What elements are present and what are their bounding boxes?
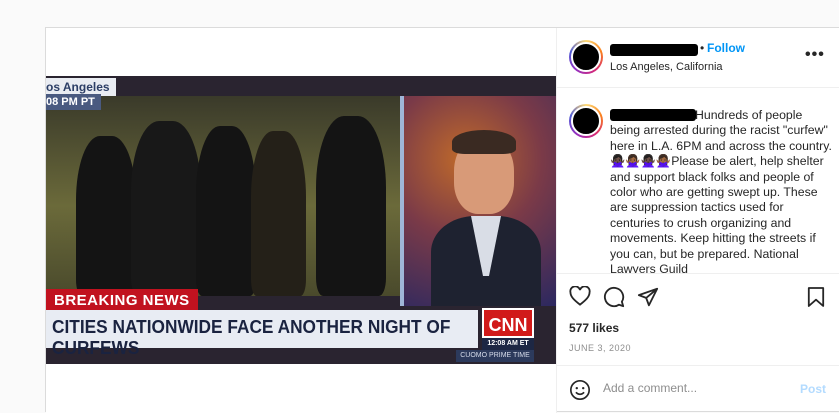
caption-text: Hundreds of people being arrested during…	[610, 108, 832, 274]
tv-show-name: CUOMO PRIME TIME	[456, 350, 534, 362]
heart-icon[interactable]	[569, 285, 591, 311]
emoji-icon[interactable]	[569, 379, 591, 406]
post-location[interactable]: Los Angeles, California	[610, 61, 723, 73]
tv-time-tag: 08 PM PT	[46, 94, 101, 110]
post-sidebar: • Follow Los Angeles, California ••• Hun…	[556, 28, 839, 413]
cnn-logo: CNN	[482, 308, 534, 338]
post-date[interactable]: JUNE 3, 2020	[569, 343, 631, 353]
post-header: • Follow Los Angeles, California •••	[557, 28, 839, 88]
redacted-username[interactable]	[610, 44, 698, 56]
instagram-post: os Angeles 08 PM PT BREAKING NEWS CITIES…	[45, 27, 839, 413]
comment-input[interactable]	[603, 381, 783, 395]
caption-avatar[interactable]	[569, 104, 603, 138]
share-icon[interactable]	[637, 286, 659, 313]
separator-dot: •	[700, 41, 705, 55]
more-icon[interactable]: •••	[805, 46, 825, 64]
bookmark-icon[interactable]	[807, 286, 825, 313]
follow-button[interactable]: Follow	[707, 41, 745, 55]
tv-screenshot: os Angeles 08 PM PT BREAKING NEWS CITIES…	[46, 76, 556, 364]
comment-bar: Post	[557, 365, 839, 413]
post-button[interactable]: Post	[800, 382, 826, 396]
avatar[interactable]	[569, 40, 603, 74]
protest-scene	[46, 96, 401, 296]
comment-icon[interactable]	[603, 286, 625, 313]
likes-count[interactable]: 577 likes	[569, 321, 619, 335]
tv-clock: 12:08 AM ET	[482, 338, 534, 350]
post-media[interactable]: os Angeles 08 PM PT BREAKING NEWS CITIES…	[46, 28, 556, 413]
breaking-news-label: BREAKING NEWS	[46, 289, 198, 312]
caption-area: Hundreds of people being arrested during…	[557, 88, 839, 274]
